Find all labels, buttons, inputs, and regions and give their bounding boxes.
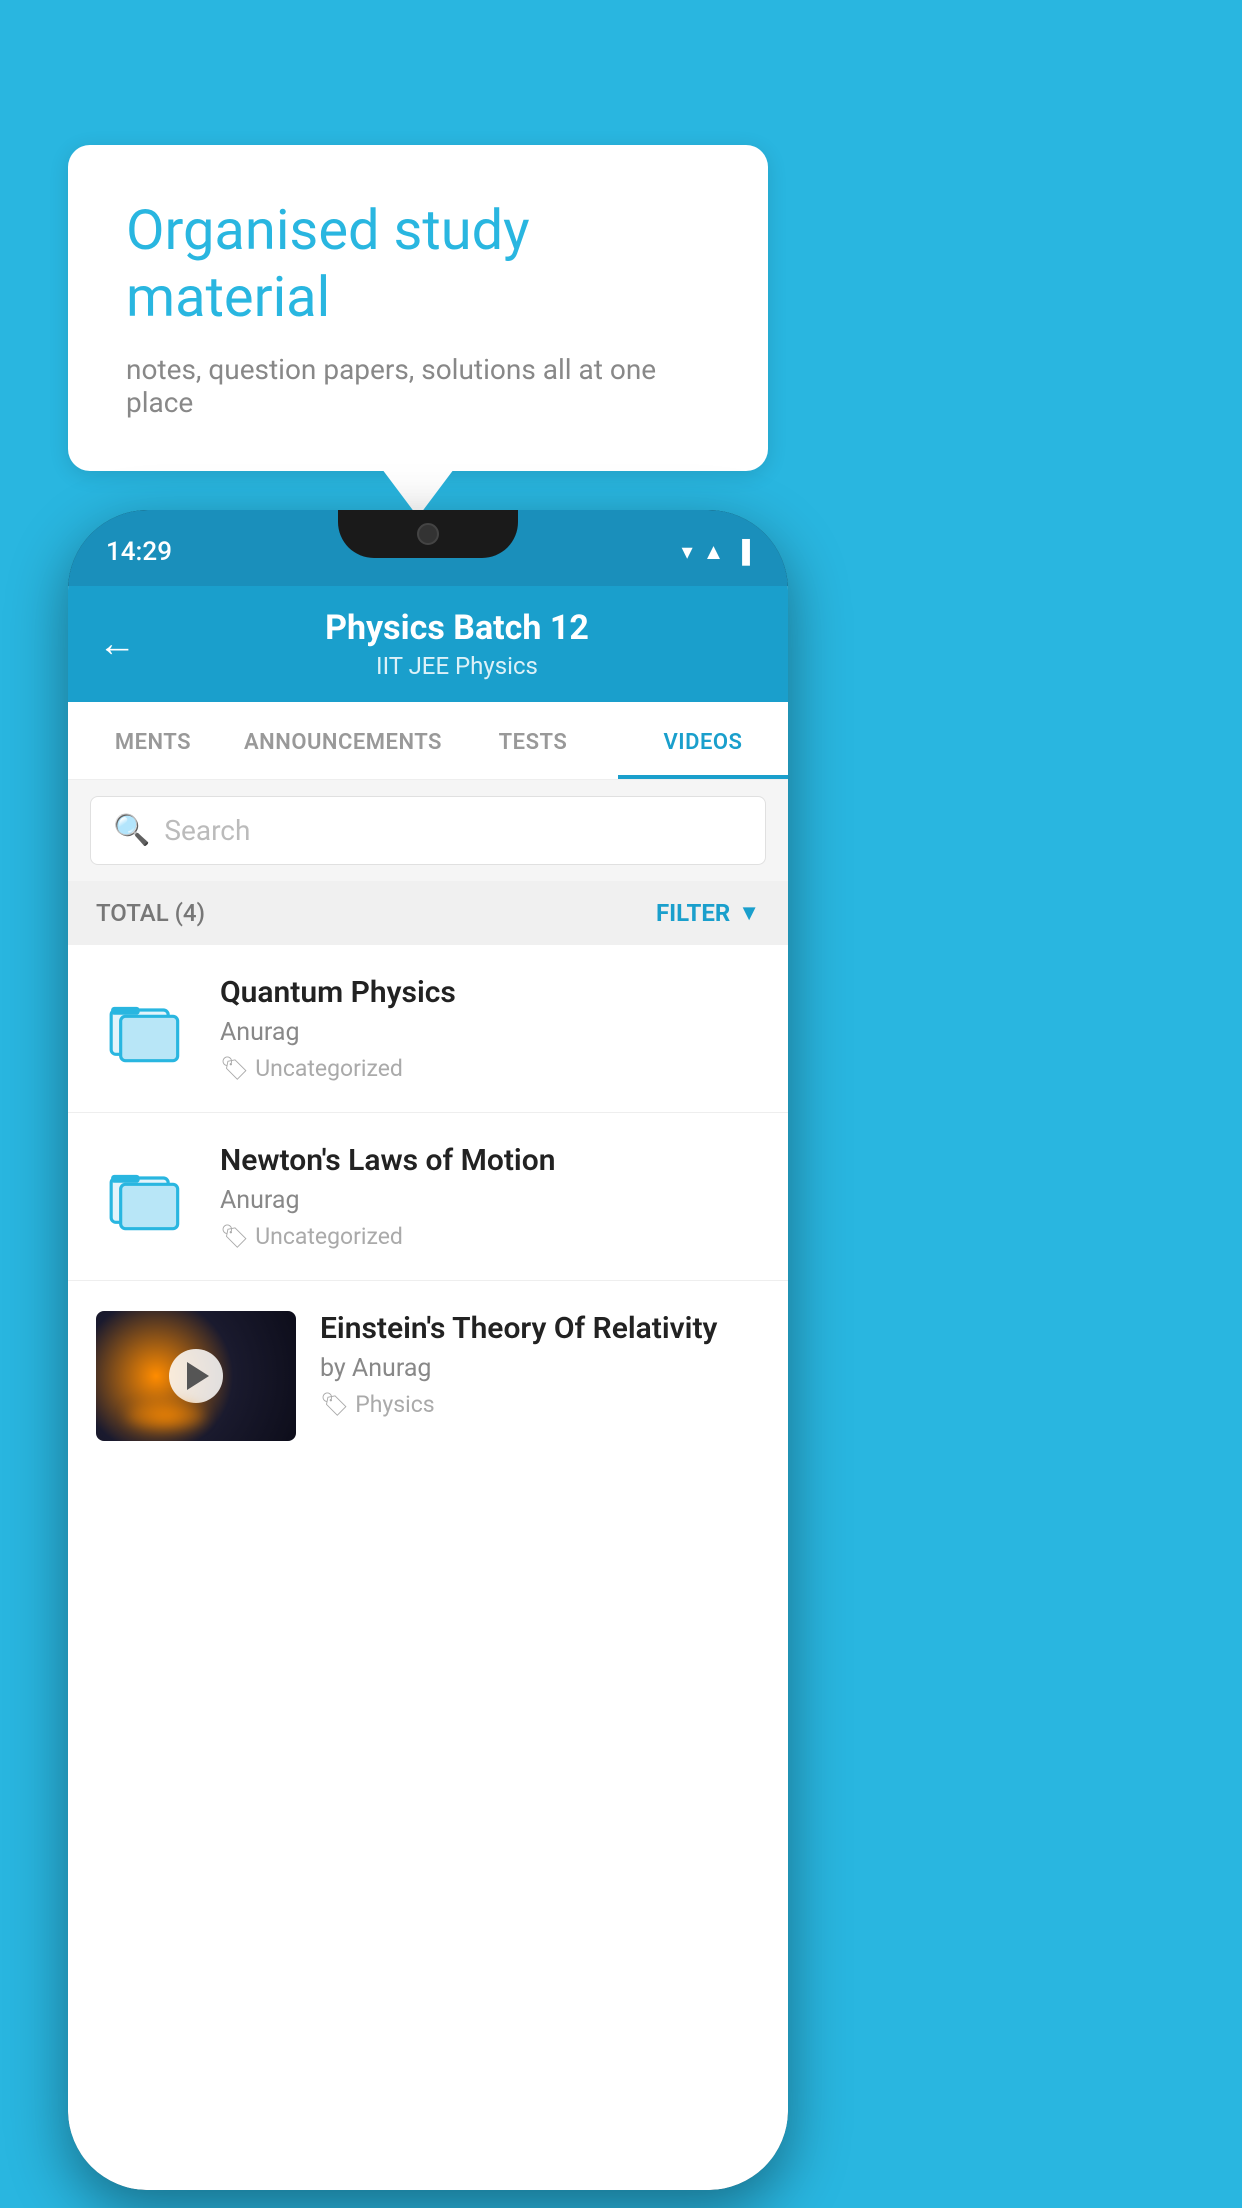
video-author: Anurag	[220, 1186, 760, 1215]
header-subtitle: IIT JEE Physics	[156, 652, 758, 680]
tag-label: Uncategorized	[255, 1223, 403, 1250]
status-time: 14:29	[106, 537, 172, 567]
filter-icon: ▼	[738, 900, 760, 926]
filter-label: FILTER	[656, 899, 730, 927]
thumbnail-glow	[126, 1401, 206, 1431]
phone-screen: 14:29 ▾ ▲ ▐ ← Physics Batch 12 IIT JEE P…	[68, 510, 788, 2190]
speech-bubble-wrapper: Organised study material notes, question…	[68, 145, 768, 471]
total-count-label: TOTAL (4)	[96, 899, 205, 927]
video-author: by Anurag	[320, 1354, 760, 1383]
status-icons: ▾ ▲ ▐	[682, 539, 750, 565]
folder-icon-container	[96, 1147, 196, 1247]
folder-icon	[108, 991, 184, 1067]
video-tag: 🏷 Uncategorized	[220, 1055, 760, 1082]
back-button[interactable]: ←	[98, 622, 136, 666]
list-item[interactable]: Einstein's Theory Of Relativity by Anura…	[68, 1281, 788, 1471]
header-title-group: Physics Batch 12 IIT JEE Physics	[156, 608, 758, 680]
filter-button[interactable]: FILTER ▼	[656, 899, 760, 927]
folder-icon	[108, 1159, 184, 1235]
folder-icon-container	[96, 979, 196, 1079]
bubble-title: Organised study material	[126, 197, 710, 331]
video-info: Quantum Physics Anurag 🏷 Uncategorized	[220, 975, 760, 1082]
bubble-subtitle: notes, question papers, solutions all at…	[126, 353, 710, 419]
phone-frame: 14:29 ▾ ▲ ▐ ← Physics Batch 12 IIT JEE P…	[68, 510, 788, 2190]
video-list: Quantum Physics Anurag 🏷 Uncategorized	[68, 945, 788, 2190]
tab-announcements[interactable]: ANNOUNCEMENTS	[238, 702, 448, 779]
notch	[338, 510, 518, 558]
battery-icon: ▐	[734, 539, 750, 565]
tag-icon: 🏷	[320, 1391, 349, 1418]
tab-videos[interactable]: VIDEOS	[618, 702, 788, 779]
page-title: Physics Batch 12	[156, 608, 758, 648]
tag-icon: 🏷	[220, 1055, 249, 1082]
tab-tests[interactable]: TESTS	[448, 702, 618, 779]
wifi-icon: ▾	[682, 540, 693, 565]
app-screen: ← Physics Batch 12 IIT JEE Physics MENTS…	[68, 586, 788, 2190]
video-title: Quantum Physics	[220, 975, 760, 1010]
tag-label: Physics	[355, 1391, 434, 1418]
tab-documents[interactable]: MENTS	[68, 702, 238, 779]
video-title: Newton's Laws of Motion	[220, 1143, 760, 1178]
video-info: Einstein's Theory Of Relativity by Anura…	[320, 1311, 760, 1418]
tag-icon: 🏷	[220, 1223, 249, 1250]
search-icon: 🔍	[113, 813, 150, 848]
signal-icon: ▲	[703, 539, 725, 565]
list-item[interactable]: Quantum Physics Anurag 🏷 Uncategorized	[68, 945, 788, 1113]
app-header: ← Physics Batch 12 IIT JEE Physics	[68, 586, 788, 702]
video-tag: 🏷 Physics	[320, 1391, 760, 1418]
search-bar-wrapper: 🔍 Search	[68, 780, 788, 881]
play-button[interactable]	[169, 1349, 223, 1403]
tabs-bar: MENTS ANNOUNCEMENTS TESTS VIDEOS	[68, 702, 788, 780]
video-tag: 🏷 Uncategorized	[220, 1223, 760, 1250]
phone-wrapper: 14:29 ▾ ▲ ▐ ← Physics Batch 12 IIT JEE P…	[68, 510, 788, 2190]
play-icon	[187, 1362, 209, 1390]
front-camera	[417, 523, 439, 545]
speech-bubble: Organised study material notes, question…	[68, 145, 768, 471]
video-thumbnail	[96, 1311, 296, 1441]
search-input[interactable]: Search	[164, 814, 250, 847]
video-author: Anurag	[220, 1018, 760, 1047]
total-filter-bar: TOTAL (4) FILTER ▼	[68, 881, 788, 945]
video-title: Einstein's Theory Of Relativity	[320, 1311, 760, 1346]
list-item[interactable]: Newton's Laws of Motion Anurag 🏷 Uncateg…	[68, 1113, 788, 1281]
tag-label: Uncategorized	[255, 1055, 403, 1082]
search-bar[interactable]: 🔍 Search	[90, 796, 766, 865]
video-info: Newton's Laws of Motion Anurag 🏷 Uncateg…	[220, 1143, 760, 1250]
